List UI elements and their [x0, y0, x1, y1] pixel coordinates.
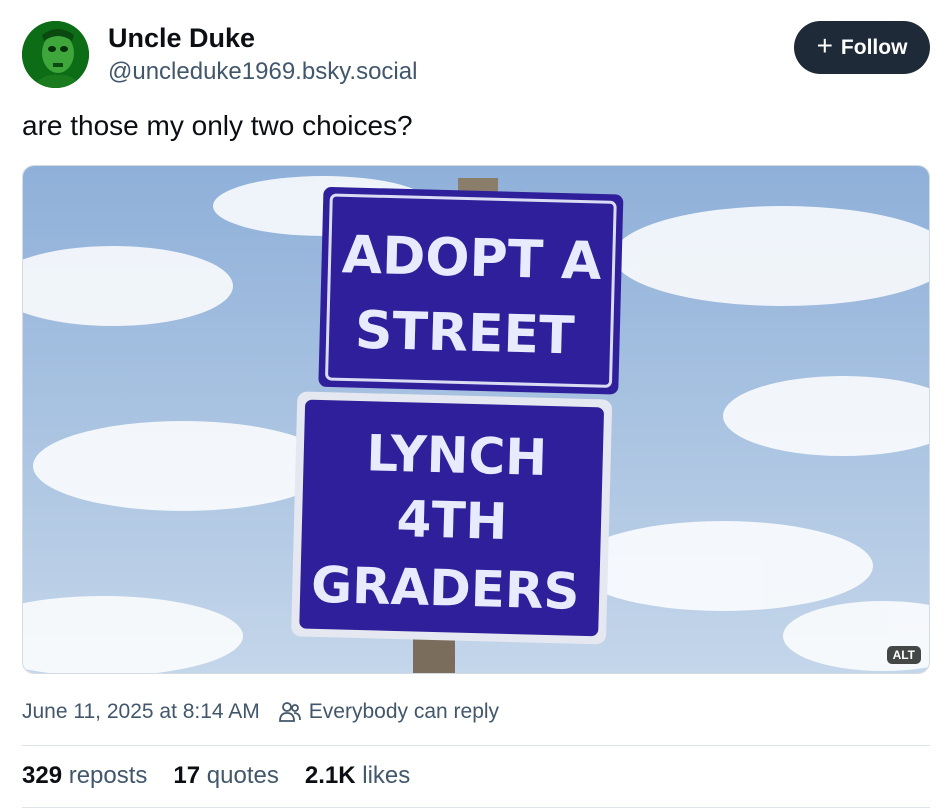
plus-icon: +: [816, 30, 833, 61]
quotes-count: 17: [173, 762, 201, 789]
quotes-label: quotes: [206, 762, 279, 789]
post-stats: 329 reposts 17 quotes 2.1K likes: [22, 762, 410, 790]
avatar-photo-icon: [22, 21, 89, 88]
sign-bottom-line-2: 4TH: [396, 490, 508, 551]
reposts-stat[interactable]: 329 reposts: [22, 762, 147, 790]
likes-stat[interactable]: 2.1K likes: [305, 762, 410, 790]
sign-bottom-line-3: GRADERS: [310, 556, 580, 621]
handle[interactable]: @uncleduke1969.bsky.social: [108, 58, 417, 86]
timestamp[interactable]: June 11, 2025 at 8:14 AM: [22, 700, 260, 724]
avatar[interactable]: [22, 21, 89, 88]
likes-count: 2.1K: [304, 762, 356, 789]
quotes-stat[interactable]: 17 quotes: [173, 762, 278, 790]
reposts-count: 329: [22, 762, 63, 789]
follow-label: Follow: [840, 35, 908, 59]
reply-setting: Everybody can reply: [308, 700, 500, 723]
sign-top-line-1: ADOPT A: [341, 225, 602, 292]
display-name[interactable]: Uncle Duke: [108, 23, 255, 54]
divider: [22, 745, 930, 746]
divider: [22, 807, 930, 808]
people-icon: [278, 701, 302, 723]
sign-photo: ADOPT A STREET LYNCH 4TH GRADERS: [23, 166, 929, 673]
sign-top-line-2: STREET: [354, 301, 576, 367]
post-meta: June 11, 2025 at 8:14 AM Everybody can r…: [22, 700, 499, 724]
post-text: are those my only two choices?: [22, 110, 413, 141]
follow-button[interactable]: + Follow: [794, 21, 930, 74]
sign-bottom-line-1: LYNCH: [366, 424, 548, 487]
reposts-label: reposts: [68, 762, 148, 789]
alt-badge[interactable]: ALT: [886, 646, 921, 664]
post-image[interactable]: ADOPT A STREET LYNCH 4TH GRADERS ALT: [22, 165, 930, 674]
likes-label: likes: [362, 762, 411, 789]
